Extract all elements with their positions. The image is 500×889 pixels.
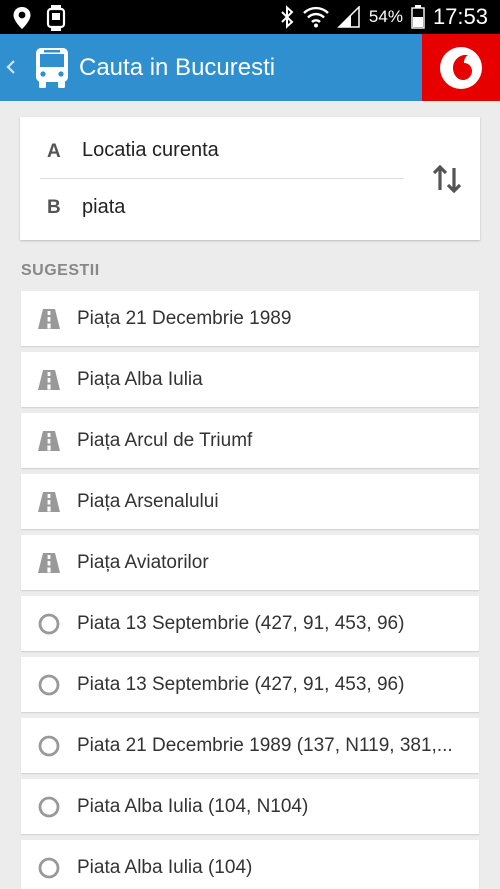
clock: 17:53 (432, 4, 488, 29)
battery-percent: 54% (368, 7, 403, 26)
suggestion-label: Piata 13 Septembrie (427, 91, 453, 96) (77, 674, 405, 695)
destination-input[interactable] (82, 193, 402, 221)
road-icon (38, 553, 60, 573)
road-icon (38, 431, 60, 451)
location-pin-icon (13, 7, 31, 29)
smartwatch-icon (46, 5, 66, 31)
stop-circle-icon (38, 796, 60, 818)
suggestion-item[interactable]: Piata 13 Septembrie (427, 91, 453, 96) (21, 596, 479, 651)
vodafone-logo-button[interactable] (422, 34, 500, 101)
suggestion-label: Piata 21 Decembrie 1989 (137, N119, 381,… (77, 735, 453, 756)
origin-row[interactable]: A Locatia curenta (20, 123, 420, 179)
road-icon (38, 370, 60, 390)
suggestion-label: Piața Arsenalului (77, 491, 219, 512)
destination-row[interactable]: B (20, 179, 420, 235)
stop-circle-icon (38, 674, 60, 696)
battery-icon (411, 5, 425, 29)
suggestion-label: Piața 21 Decembrie 1989 (77, 308, 292, 329)
destination-letter: B (47, 197, 61, 218)
bluetooth-icon (281, 5, 294, 29)
suggestion-item[interactable]: Piața Arcul de Triumf (21, 413, 479, 468)
suggestion-label: Piata 13 Septembrie (427, 91, 453, 96) (77, 613, 405, 634)
suggestion-label: Piata Alba Iulia (104, N104) (77, 796, 309, 817)
app-bar: Cauta in Bucuresti (0, 34, 500, 101)
back-chevron-icon[interactable] (4, 53, 18, 81)
suggestions-title: SUGESTII (21, 262, 100, 279)
suggestion-item[interactable]: Piata 13 Septembrie (427, 91, 453, 96) (21, 657, 479, 712)
stop-circle-icon (38, 857, 60, 879)
wifi-icon (303, 6, 329, 28)
suggestion-label: Piața Arcul de Triumf (77, 430, 253, 451)
origin-letter: A (47, 141, 61, 162)
suggestion-label: Piața Alba Iulia (77, 369, 203, 390)
signal-icon (337, 6, 360, 28)
road-icon (38, 309, 60, 329)
suggestions-list: Piața 21 Decembrie 1989 Piața Alba Iulia P… (21, 291, 479, 889)
suggestion-item[interactable]: Piața 21 Decembrie 1989 (21, 291, 479, 346)
suggestion-label: Piata Alba Iulia (104) (77, 857, 253, 878)
vodafone-logo-icon (440, 47, 482, 89)
suggestion-item[interactable]: Piata Alba Iulia (104, N104) (21, 779, 479, 834)
stop-circle-icon (38, 735, 60, 757)
swap-direction-icon[interactable] (430, 161, 464, 197)
road-icon (38, 492, 60, 512)
suggestion-item[interactable]: Piața Alba Iulia (21, 352, 479, 407)
stop-circle-icon (38, 613, 60, 635)
bus-icon (36, 48, 68, 88)
suggestion-item[interactable]: Piața Aviatorilor (21, 535, 479, 590)
suggestion-label: Piața Aviatorilor (77, 552, 209, 573)
status-left-icons (12, 5, 66, 31)
suggestion-item[interactable]: Piața Arsenalului (21, 474, 479, 529)
suggestion-item[interactable]: Piata 21 Decembrie 1989 (137, N119, 381,… (21, 718, 479, 773)
route-card: A Locatia curenta B (20, 117, 480, 240)
status-bar: 54% 17:53 (0, 0, 500, 34)
origin-value[interactable]: Locatia curenta (82, 139, 219, 162)
status-right-icons: 54% 17:53 (279, 0, 488, 34)
suggestion-item[interactable]: Piata Alba Iulia (104) (21, 840, 479, 889)
page-title: Cauta in Bucuresti (79, 54, 276, 81)
